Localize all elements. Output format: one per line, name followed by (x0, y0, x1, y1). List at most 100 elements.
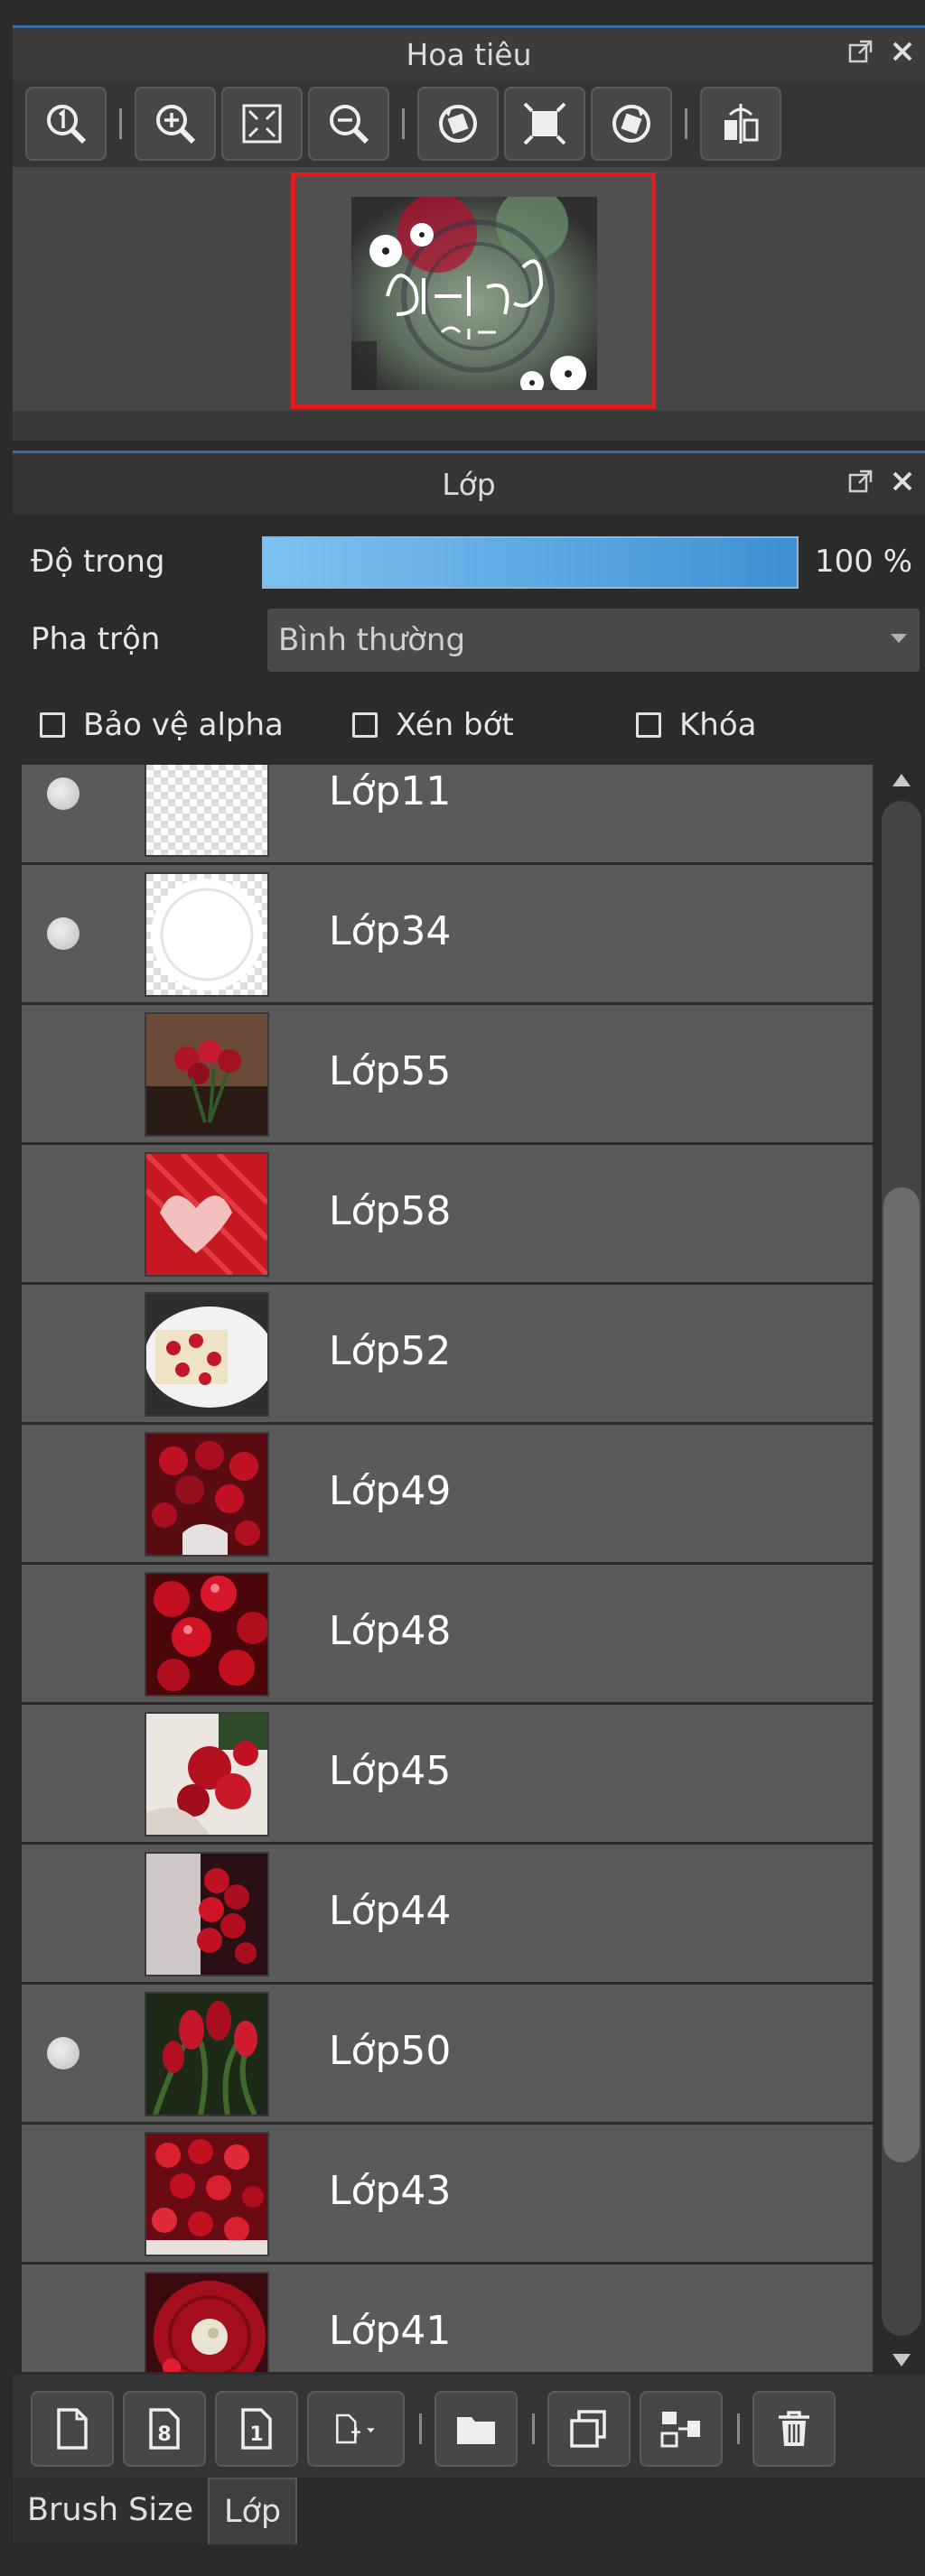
visibility-toggle[interactable] (47, 777, 79, 810)
rotate-left-icon (439, 105, 477, 143)
blend-mode-select[interactable]: Bình thường (267, 609, 920, 672)
layer-row[interactable]: Lớp43 (22, 2125, 876, 2264)
zoom-out-button[interactable] (308, 87, 389, 161)
layer-thumbnail (145, 1292, 269, 1417)
rotate-right-icon (612, 105, 650, 143)
layer-row[interactable]: Lớp44 (22, 1845, 876, 1985)
layer-thumbnail (145, 1012, 269, 1137)
duplicate-layer-button[interactable] (547, 2391, 631, 2467)
visibility-toggle[interactable] (47, 2037, 79, 2069)
visibility-toggle[interactable] (47, 917, 79, 950)
toolbar-separator (532, 2413, 535, 2444)
layer-name: Lớp52 (329, 1328, 452, 1374)
tab-layer[interactable]: Lớp (207, 2478, 298, 2544)
layer-name: Lớp34 (329, 908, 452, 954)
close-icon[interactable] (889, 37, 916, 72)
fit-to-window-icon (242, 104, 282, 144)
layer-thumbnail (145, 872, 269, 997)
opacity-slider[interactable] (262, 536, 799, 589)
checkbox-icon (636, 712, 661, 738)
layer-row[interactable]: Lớp34 (22, 865, 876, 1005)
scrollbar-thumb[interactable] (883, 1187, 920, 2162)
new-1bit-layer-button[interactable]: 1 (215, 2391, 298, 2467)
layers-list: Lớp11 Lớp34 Lớp55 Lớp58 Lớp52 Lớp49 Lớp4… (22, 765, 876, 2372)
layer-thumbnail (145, 765, 269, 857)
clipping-checkbox[interactable]: Xén bớt (352, 707, 514, 743)
scroll-down-icon[interactable] (892, 2354, 911, 2367)
layer-row[interactable]: Lớp48 (22, 1565, 876, 1705)
opacity-label: Độ trong (31, 544, 165, 580)
tab-brush-size[interactable]: Brush Size (13, 2478, 208, 2543)
toolbar-separator (737, 2413, 740, 2444)
toolbar-separator (402, 108, 405, 139)
lock-label: Khóa (679, 707, 757, 743)
layer-row[interactable]: Lớp11 (22, 765, 876, 865)
layer-thumbnail (145, 1152, 269, 1277)
flip-horizontal-icon (724, 104, 759, 144)
svg-text:8: 8 (157, 2423, 171, 2446)
zoom-in-button[interactable] (135, 87, 216, 161)
layer-thumbnail (145, 1712, 269, 1837)
toolbar-separator (419, 2413, 422, 2444)
new-layer-button[interactable] (31, 2391, 114, 2467)
chevron-down-icon (891, 634, 907, 643)
layer-row[interactable]: Lớp49 (22, 1425, 876, 1565)
fit-to-window-button[interactable] (221, 87, 303, 161)
layer-name: Lớp50 (329, 2028, 452, 2074)
blend-mode-label: Pha trộn (31, 621, 161, 657)
popout-icon[interactable] (847, 37, 874, 72)
layer-row[interactable]: Lớp41 (22, 2264, 876, 2372)
layer-row[interactable]: Lớp50 (22, 1985, 876, 2125)
layer-name: Lớp43 (329, 2168, 452, 2214)
layers-list-viewport[interactable]: Lớp11 Lớp34 Lớp55 Lớp58 Lớp52 Lớp49 Lớp4… (22, 765, 876, 2372)
protect-alpha-label: Bảo vệ alpha (83, 707, 284, 743)
scroll-up-icon[interactable] (892, 774, 911, 786)
checkbox-icon (352, 712, 378, 738)
layer-thumbnail (145, 2272, 269, 2372)
merge-down-button[interactable] (640, 2391, 723, 2467)
merge-icon (660, 2412, 700, 2448)
trash-icon (779, 2411, 809, 2446)
layer-options-row: Bảo vệ alpha Xén bớt Khóa (13, 695, 925, 755)
navigator-preview[interactable] (13, 167, 925, 411)
zoom-actual-size-button[interactable] (25, 87, 107, 161)
folder-icon (457, 2417, 495, 2444)
add-layer-menu-button[interactable] (307, 2391, 405, 2467)
checkbox-icon (40, 712, 65, 738)
new-folder-button[interactable] (434, 2391, 518, 2467)
fullscreen-button[interactable] (504, 87, 585, 161)
layers-scrollbar[interactable] (873, 765, 925, 2372)
layer-name: Lớp41 (329, 2308, 452, 2354)
layer-row[interactable]: Lớp45 (22, 1705, 876, 1845)
opacity-row: Độ trong 100 % (13, 527, 925, 596)
toolbar-separator (685, 108, 687, 139)
rotate-left-button[interactable] (417, 87, 499, 161)
layer-name: Lớp45 (329, 1748, 452, 1794)
zoom-actual-size-icon (47, 105, 87, 144)
rotate-right-button[interactable] (591, 87, 672, 161)
layer-name: Lớp49 (329, 1468, 452, 1514)
protect-alpha-checkbox[interactable]: Bảo vệ alpha (40, 707, 284, 743)
layer-row[interactable]: Lớp58 (22, 1145, 876, 1285)
layer-row[interactable]: Lớp52 (22, 1285, 876, 1425)
layer-thumbnail (145, 1572, 269, 1697)
panel-tabs: Brush Size Lớp (13, 2478, 925, 2545)
popout-icon[interactable] (847, 467, 874, 502)
blend-row: Pha trộn Bình thường (13, 605, 925, 674)
zoom-out-icon (330, 105, 369, 144)
new-page-icon (57, 2408, 88, 2450)
flip-horizontal-button[interactable] (700, 87, 781, 161)
zoom-in-icon (156, 105, 196, 144)
navigator-view-frame[interactable] (291, 172, 656, 409)
layers-header: Lớp (13, 453, 925, 515)
navigator-title: Hoa tiêu (406, 36, 532, 72)
duplicate-icon (570, 2410, 606, 2448)
new-8bit-layer-button[interactable]: 8 (123, 2391, 206, 2467)
delete-layer-button[interactable] (752, 2391, 836, 2467)
layer-row[interactable]: Lớp55 (22, 1005, 876, 1145)
close-icon[interactable] (889, 467, 916, 502)
layer-name: Lớp48 (329, 1608, 452, 1654)
layers-title: Lớp (442, 466, 496, 502)
canvas-preview-image (351, 197, 597, 390)
lock-checkbox[interactable]: Khóa (636, 707, 756, 743)
